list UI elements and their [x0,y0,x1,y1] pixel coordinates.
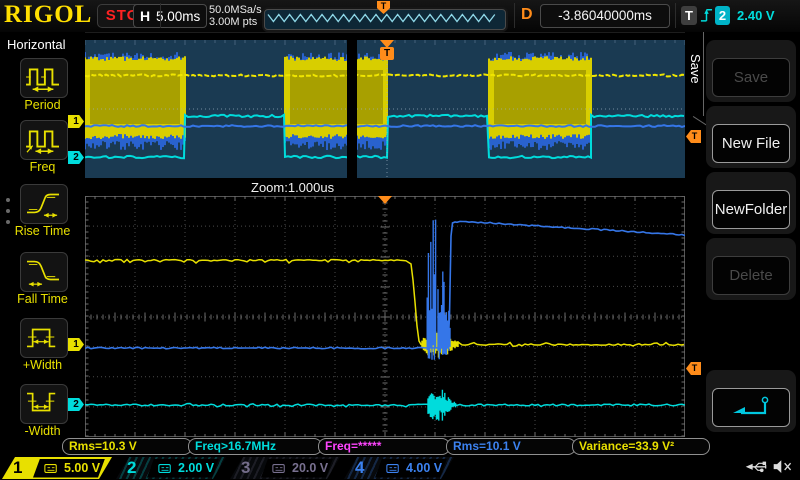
measurement-readout-4: Rms=10.1 V [446,438,576,455]
menu-item-label: Period [0,98,85,112]
measurement-readout-1: Rms=10.3 V [62,438,192,455]
timebase-value: 5.00ms [156,9,200,24]
menu-item-label: Rise Time [0,224,85,238]
divider [514,3,515,28]
channel-number: 1 [13,457,22,479]
menu-button-label: NewFolder [715,201,788,218]
channel-3-badge[interactable]: 3 20.0 V [230,457,340,479]
channel-2-badge[interactable]: 2 2.00 V [116,457,226,479]
main-waveform-window [85,40,685,178]
top-status-bar: RIGOL STOP H 5.00ms 50.0MSa/s 3.00M pts … [0,0,800,33]
menu-item-label: Fall Time [0,292,85,306]
menu-well [706,370,796,432]
channel-number: 3 [241,457,250,479]
delay-label: D [521,6,533,24]
menu-item-label: +Width [0,358,85,372]
channel-number: 4 [355,457,364,479]
menu-item-button[interactable] [20,184,68,224]
channel-scale-box: 5.00 V [33,459,105,478]
measurement-readout-2: Freq>16.7MHz [188,438,322,455]
memory-depth: 3.00M pts [209,16,262,28]
menu-item-width[interactable]: -Width [0,384,85,442]
menu-title: Horizontal [7,37,66,52]
menu-button-save[interactable]: Save [712,58,790,97]
timebase-label: H [140,8,150,24]
menu-item-button[interactable] [20,252,68,292]
menu-well: New File [706,106,796,168]
measurement-readout-5: Variance=33.9 V² [572,438,710,455]
menu-tab-label: Save [688,54,703,84]
acquisition-info: 50.0MSa/s 3.00M pts [209,4,262,28]
menu-tab-outline [703,32,704,116]
menu-item-rise-time[interactable]: Rise Time [0,184,85,242]
divider [160,3,161,28]
channel-status-bar: 1 5.00 V 2 2.00 V 3 20.0 V 4 4.00 V [0,456,800,480]
menu-well: NewFolder [706,172,796,234]
menu-well: Save [706,40,796,102]
menu-button-label: New File [722,135,780,152]
measurement-readout-3: Freq=***** [318,438,450,455]
channel-4-badge[interactable]: 4 4.00 V [344,457,454,479]
brand-logo: RIGOL [4,1,92,29]
menu-item-button[interactable] [20,120,68,160]
menu-item-button[interactable] [20,384,68,424]
sample-rate: 50.0MSa/s [209,4,262,16]
menu-button-label: Delete [729,267,772,284]
menu-button-delete[interactable]: Delete [712,256,790,295]
speaker-muted-icon[interactable] [772,459,794,476]
channel-scale-box: 20.0 V [261,459,333,478]
channel-scale-value: 2.00 V [178,459,214,478]
divider [675,3,676,28]
horizontal-measure-menu: Horizontal Period Freq Rise Time Fall Time +… [0,32,85,456]
zoom-scale-strip: Zoom:1.000us [85,178,685,196]
trigger-position-flag[interactable]: T [380,47,394,60]
menu-item-fall-time[interactable]: Fall Time [0,252,85,310]
channel-scale-value: 5.00 V [64,459,100,478]
menu-button-label: Save [734,69,768,86]
channel-1-badge[interactable]: 1 5.00 V [2,457,112,479]
delay-value: -3.86040000ms [540,4,670,28]
waveform-preview-bar[interactable]: T [264,9,506,30]
channel-number: 2 [127,457,136,479]
menu-item-button[interactable] [20,318,68,358]
channel-scale-box: 4.00 V [375,459,447,478]
menu-item-period[interactable]: Period [0,58,85,116]
trigger-label[interactable]: T [681,6,697,25]
return-arrow-icon [729,389,773,422]
menu-item-button[interactable] [20,58,68,98]
usb-icon [744,459,770,476]
probe-icon [386,463,400,474]
timebase-box[interactable]: H 5.00ms [133,4,207,28]
menu-item-freq[interactable]: Freq [0,120,85,178]
channel-scale-value: 4.00 V [406,459,442,478]
zoom-trigger-position-marker[interactable] [378,196,392,204]
menu-button-return[interactable] [712,388,790,427]
save-menu: Save Save New File NewFolder Delete [685,32,800,456]
trigger-source-badge[interactable]: 2 [715,6,730,25]
probe-icon [272,463,286,474]
rising-edge-icon [700,6,713,25]
zoom-scale-label: Zoom:1.000us [251,180,334,195]
zoom-waveform-window [85,196,685,437]
probe-icon [44,463,58,474]
probe-icon [158,463,172,474]
oscilloscope-screen: RIGOL STOP H 5.00ms 50.0MSa/s 3.00M pts … [0,0,800,480]
menu-button-newfolder[interactable]: NewFolder [712,190,790,229]
menu-item-label: -Width [0,424,85,438]
channel-scale-box: 2.00 V [147,459,219,478]
trigger-level: 2.40 V [737,8,775,23]
channel-scale-value: 20.0 V [292,459,328,478]
menu-well: Delete [706,238,796,300]
measurement-bar: Rms=10.3 VFreq>16.7MHzFreq=*****Rms=10.1… [0,437,800,456]
menu-button-new-file[interactable]: New File [712,124,790,163]
